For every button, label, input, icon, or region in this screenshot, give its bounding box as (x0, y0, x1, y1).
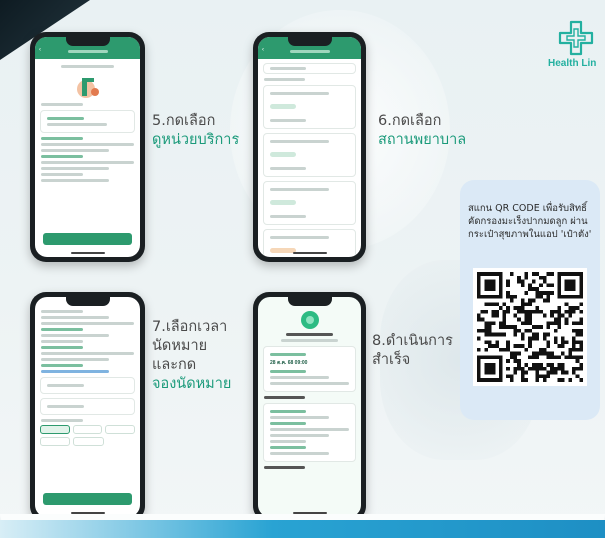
step-6-accent: สถานพยาบาล (378, 132, 467, 148)
view-service-button[interactable] (43, 233, 132, 245)
hospital-list-item[interactable] (263, 85, 356, 129)
success-check-icon (300, 311, 319, 329)
appointment-detail-card (263, 403, 356, 462)
step-6-title: 6.กดเลือก (378, 113, 442, 129)
logo-text: Health Lin (548, 58, 597, 69)
time-slot[interactable] (105, 425, 136, 434)
phone-step-8: 28 ต.ค. 68 09:00 (253, 292, 366, 522)
medical-cross-icon (558, 20, 594, 56)
phone-screen: ‹ (35, 37, 140, 257)
step-8-label: 8.ดำเนินการ สำเร็จ (372, 332, 453, 370)
search-input[interactable] (263, 63, 356, 74)
date-field[interactable] (40, 377, 135, 394)
service-icon (76, 78, 99, 98)
step-7-label: 7.เลือกเวลา นัดหมาย และกด จองนัดหมาย (152, 318, 231, 394)
step-8-line2: สำเร็จ (372, 352, 411, 368)
step-7-accent: จองนัดหมาย (152, 376, 232, 392)
phone-step-6: ‹ (253, 32, 366, 262)
hospital-list-item[interactable] (263, 181, 356, 225)
bottom-accent-bar (0, 520, 605, 538)
step-5-label: 5.กดเลือก ดูหน่วยบริการ (152, 112, 239, 150)
phone-screen (35, 297, 140, 517)
phone-step-5: ‹ (30, 32, 145, 262)
service-card[interactable] (40, 110, 135, 133)
step-8-title: 8.ดำเนินการ (372, 333, 453, 349)
time-slot[interactable] (40, 425, 70, 434)
infographic-canvas: Health Lin ‹ 5.กดเลือก ดูหน่วยบริการ ‹ 6… (0, 0, 605, 538)
time-slot[interactable] (72, 425, 103, 434)
step-5-accent: ดูหน่วยบริการ (152, 132, 240, 148)
step-7-line2: นัดหมาย (152, 338, 208, 354)
appointment-summary-card: 28 ต.ค. 68 09:00 (263, 346, 356, 392)
time-select[interactable] (40, 398, 135, 415)
qr-code-icon[interactable] (473, 268, 587, 386)
step-5-title: 5.กดเลือก (152, 113, 216, 129)
book-appointment-button[interactable] (43, 493, 132, 505)
phone-screen: 28 ต.ค. 68 09:00 (258, 297, 361, 517)
step-7-title: 7.เลือกเวลา (152, 319, 228, 335)
phone-step-7 (30, 292, 145, 522)
hospital-list-item[interactable] (263, 133, 356, 177)
health-link-logo: Health Lin (548, 20, 604, 80)
phone-screen: ‹ (258, 37, 361, 257)
time-slot[interactable] (73, 437, 104, 446)
qr-instruction-text: สแกน QR CODE เพื่อรับสิทธิ์คัดกรองมะเร็ง… (468, 203, 592, 240)
time-slot[interactable] (40, 437, 71, 446)
appointment-date: 28 ต.ค. 68 09:00 (270, 360, 308, 366)
step-6-label: 6.กดเลือก สถานพยาบาล (378, 112, 466, 150)
step-7-line3: และกด (152, 357, 197, 373)
